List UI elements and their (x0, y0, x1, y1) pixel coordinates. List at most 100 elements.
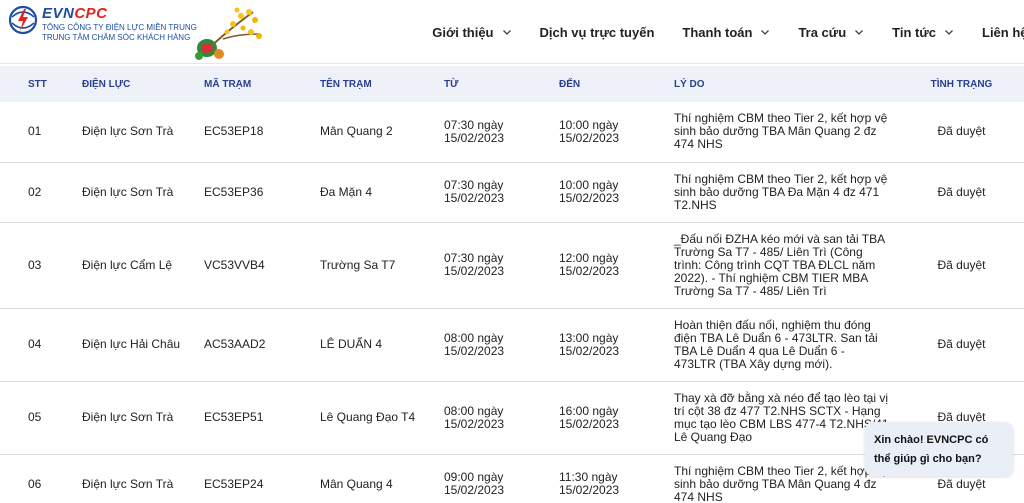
nav-tin-tuc[interactable]: Tin tức (892, 0, 954, 64)
cell-tu: 08:00 ngày 15/02/2023 (444, 381, 559, 455)
cell-den: 16:00 ngày 15/02/2023 (559, 381, 674, 455)
cell-tinh-trang: Đã duyệt (899, 222, 1024, 309)
cell-stt: 03 (0, 222, 82, 309)
evncpc-logo[interactable]: EVNCPC TỔNG CÔNG TY ĐIỆN LỰC MIỀN TRUNG … (8, 5, 197, 43)
company-line2: TRUNG TÂM CHĂM SÓC KHÁCH HÀNG (42, 33, 191, 42)
table-row: 02 Điện lực Sơn Trà EC53EP36 Đa Mặn 4 07… (0, 162, 1024, 223)
brand-name: EVNCPC (42, 5, 197, 23)
cell-tu: 07:30 ngày 15/02/2023 (444, 222, 559, 309)
evn-lightning-logo-icon (8, 5, 38, 35)
cell-ma-tram: EC53EP18 (204, 102, 320, 163)
cell-tinh-trang: Đã duyệt (899, 308, 1024, 382)
col-stt: STT (28, 78, 47, 90)
cell-ly-do: Thí nghiệm CBM theo Tier 2, kết hợp vệ s… (674, 102, 899, 163)
company-line1: TỔNG CÔNG TY ĐIỆN LỰC MIỀN TRUNG (42, 23, 197, 32)
nav-label: Dịch vụ trực tuyến (539, 24, 655, 40)
chevron-down-icon (945, 30, 953, 35)
cell-ma-tram: EC53EP36 (204, 162, 320, 223)
nav-label: Liên hệ (982, 24, 1024, 40)
cell-dien-luc: Điện lực Sơn Trà (82, 381, 204, 455)
cell-den: 12:00 ngày 15/02/2023 (559, 222, 674, 309)
cell-stt: 05 (0, 381, 82, 455)
cell-tu: 07:30 ngày 15/02/2023 (444, 102, 559, 163)
tu-date: 15/02/2023 (444, 191, 505, 205)
cell-tu: 07:30 ngày 15/02/2023 (444, 162, 559, 223)
cell-ma-tram: EC53EP51 (204, 381, 320, 455)
tu-date: 15/02/2023 (444, 264, 505, 278)
nav-gioi-thieu[interactable]: Giới thiệu (432, 0, 511, 64)
cell-ma-tram: EC53EP24 (204, 454, 320, 503)
cell-ten-tram: Đa Mặn 4 (320, 162, 444, 223)
table-row: 04 Điện lực Hải Châu AC53AAD2 LÊ DUẨN 4 … (0, 308, 1024, 382)
cell-ten-tram: Mân Quang 2 (320, 102, 444, 163)
chat-line2: thể giúp gì cho bạn? (874, 453, 982, 465)
tu-time: 08:00 ngày (444, 330, 504, 345)
cell-stt: 01 (0, 102, 82, 163)
cell-tinh-trang: Đã duyệt (899, 102, 1024, 163)
den-time: 16:00 ngày (559, 403, 619, 418)
logo-text: EVNCPC TỔNG CÔNG TY ĐIỆN LỰC MIỀN TRUNG … (42, 5, 197, 43)
cell-dien-luc: Điện lực Sơn Trà (82, 162, 204, 223)
brand-cpc: CPC (74, 5, 108, 22)
table-row: 01 Điện lực Sơn Trà EC53EP18 Mân Quang 2… (0, 102, 1024, 163)
cell-ly-do: Thí nghiệm CBM theo Tier 2, kết hợp vệ s… (674, 162, 899, 223)
cell-ten-tram: LÊ DUẨN 4 (320, 308, 444, 382)
col-ma-tram: Mã trạm (204, 78, 252, 90)
cell-ma-tram: VC53VVB4 (204, 222, 320, 309)
cell-ma-tram: AC53AAD2 (204, 308, 320, 382)
chevron-down-icon (855, 30, 864, 35)
cell-ten-tram: Lê Quang Đạo T4 (320, 381, 444, 455)
nav-label: Tin tức (892, 24, 936, 40)
cell-tinh-trang: Đã duyệt (899, 162, 1024, 223)
chevron-down-icon (502, 30, 511, 35)
nav-dich-vu-truc-tuyen[interactable]: Dịch vụ trực tuyến (540, 0, 655, 64)
tu-date: 15/02/2023 (444, 416, 505, 431)
cell-den: 11:30 ngày 15/02/2023 (559, 454, 674, 503)
table-row: 03 Điện lực Cẩm Lệ VC53VVB4 Trường Sa T7… (0, 222, 1024, 309)
nav-lien-he[interactable]: Liên hệ (982, 0, 1024, 64)
den-date: 15/02/2023 (559, 264, 620, 278)
nav-label: Tra cứu (798, 24, 847, 40)
den-date: 15/02/2023 (559, 483, 620, 497)
tet-flower-decoration-icon (195, 7, 262, 60)
cell-stt: 04 (0, 308, 82, 382)
cell-ten-tram: Mân Quang 4 (320, 454, 444, 503)
nav-label: Thanh toán (682, 24, 753, 40)
cell-dien-luc: Điện lực Sơn Trà (82, 102, 204, 163)
cell-ly-do: _Đấu nối ĐZHA kéo mới và san tải TBA Trư… (674, 222, 899, 309)
col-tu: Từ (444, 78, 459, 90)
cell-stt: 02 (0, 162, 82, 223)
cell-dien-luc: Điện lực Cẩm Lệ (82, 222, 204, 309)
cell-den: 10:00 ngày 15/02/2023 (559, 102, 674, 163)
cell-tu: 08:00 ngày 15/02/2023 (444, 308, 559, 382)
site-header: EVNCPC TỔNG CÔNG TY ĐIỆN LỰC MIỀN TRUNG … (0, 0, 1024, 64)
tu-date: 15/02/2023 (444, 483, 505, 497)
cell-ly-do: Hoàn thiện đấu nối, nghiệm thu đóng điện… (674, 308, 899, 382)
col-tinh-trang: Tình trạng (930, 78, 993, 90)
tu-time: 07:30 ngày (444, 117, 504, 132)
cell-den: 13:00 ngày 15/02/2023 (559, 308, 674, 382)
brand-evn: EVN (42, 5, 75, 22)
nav-tra-cuu[interactable]: Tra cứu (798, 0, 864, 64)
table-header-row: STT Điện lực Mã trạm Tên trạm Từ Đến Lý … (0, 66, 1024, 102)
cell-tu: 09:00 ngày 15/02/2023 (444, 454, 559, 503)
col-ly-do: Lý do (674, 78, 705, 90)
tu-time: 08:00 ngày (444, 403, 504, 418)
chat-line1: Xin chào! EVNCPC có (874, 434, 989, 446)
col-ten-tram: Tên trạm (320, 78, 372, 90)
den-date: 15/02/2023 (559, 343, 620, 358)
cell-den: 10:00 ngày 15/02/2023 (559, 162, 674, 223)
nav-thanh-toan[interactable]: Thanh toán (682, 0, 770, 64)
cell-dien-luc: Điện lực Hải Châu (82, 308, 204, 382)
chevron-down-icon (761, 30, 770, 35)
col-dien-luc: Điện lực (82, 78, 131, 90)
table-header: STT Điện lực Mã trạm Tên trạm Từ Đến Lý … (0, 66, 1024, 102)
cell-dien-luc: Điện lực Sơn Trà (82, 454, 204, 503)
chat-widget-bubble[interactable]: Xin chào! EVNCPC có thể giúp gì cho bạn? (865, 422, 1013, 476)
den-date: 15/02/2023 (559, 191, 620, 205)
den-time: 13:00 ngày (559, 330, 619, 345)
tu-date: 15/02/2023 (444, 130, 505, 145)
nav-label: Giới thiệu (432, 24, 494, 40)
tu-date: 15/02/2023 (444, 343, 505, 358)
col-den: Đến (559, 78, 581, 90)
